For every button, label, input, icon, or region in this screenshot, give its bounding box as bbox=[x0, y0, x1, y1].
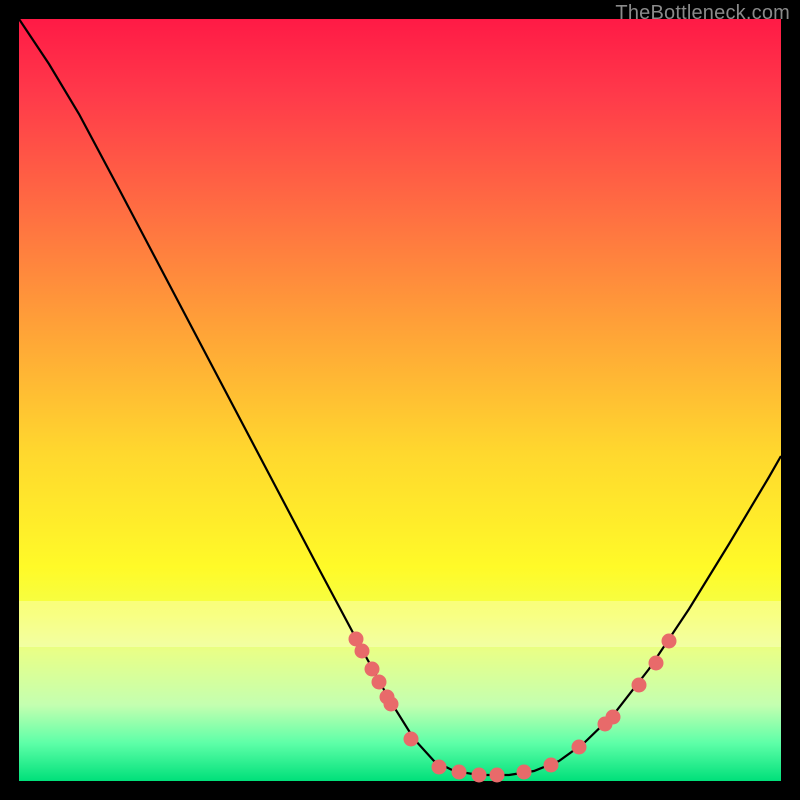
data-point bbox=[372, 675, 387, 690]
data-point bbox=[662, 634, 677, 649]
curve-line bbox=[19, 19, 781, 775]
data-point bbox=[404, 732, 419, 747]
data-point bbox=[452, 765, 467, 780]
data-point bbox=[355, 644, 370, 659]
data-point bbox=[517, 765, 532, 780]
data-point bbox=[606, 710, 621, 725]
data-point bbox=[384, 697, 399, 712]
data-point bbox=[472, 768, 487, 783]
curve-markers bbox=[349, 632, 677, 783]
data-point bbox=[632, 678, 647, 693]
data-point bbox=[365, 662, 380, 677]
chart-svg bbox=[19, 19, 781, 781]
data-point bbox=[544, 758, 559, 773]
data-point bbox=[649, 656, 664, 671]
data-point bbox=[490, 768, 505, 783]
data-point bbox=[572, 740, 587, 755]
data-point bbox=[432, 760, 447, 775]
watermark-text: TheBottleneck.com bbox=[615, 2, 790, 25]
